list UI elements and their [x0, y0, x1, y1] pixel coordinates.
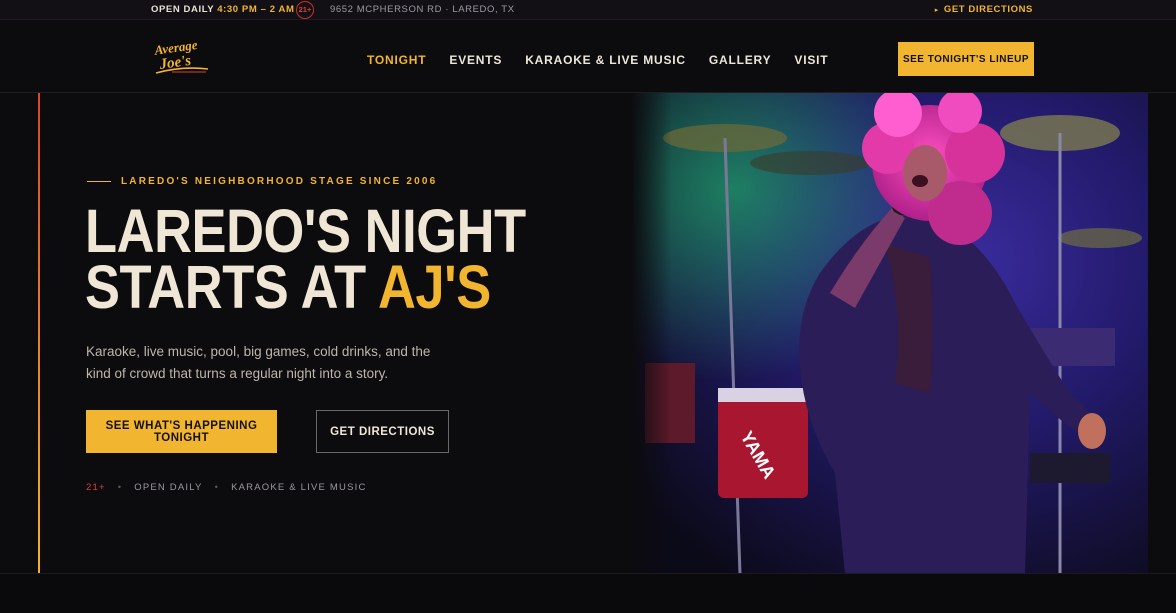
- main-nav: TONIGHT EVENTS KARAOKE & LIVE MUSIC GALL…: [367, 53, 828, 67]
- nav-karaoke-live-music[interactable]: KARAOKE & LIVE MUSIC: [525, 53, 686, 67]
- tag-open-daily: OPEN DAILY: [134, 482, 203, 493]
- hero-singer-photo: YAMA: [630, 93, 1148, 574]
- hero-headline: LAREDO'S NIGHT STARTS AT AJ'S: [85, 197, 526, 321]
- eyebrow-rule: [87, 181, 111, 182]
- triangle-right-icon: ▸: [934, 7, 939, 14]
- accent-divider: [38, 93, 40, 574]
- nav-tonight[interactable]: TONIGHT: [367, 53, 426, 67]
- site-header: Average Joe's TONIGHT EVENTS KARAOKE & L…: [0, 20, 1176, 93]
- headline-highlight: AJ'S: [377, 253, 491, 321]
- hero-eyebrow: LAREDO'S NEIGHBORHOOD STAGE SINCE 2006: [87, 176, 437, 187]
- whats-happening-button[interactable]: SEE WHAT'S HAPPENING TONIGHT: [86, 410, 277, 453]
- address-text: 9652 MCPHERSON RD · LAREDO, TX: [330, 4, 515, 15]
- hero-section: LAREDO'S NEIGHBORHOOD STAGE SINCE 2006 L…: [0, 93, 1176, 574]
- nav-visit[interactable]: VISIT: [794, 53, 828, 67]
- see-lineup-button[interactable]: SEE TONIGHT'S LINEUP: [898, 42, 1034, 76]
- hero-description: Karaoke, live music, pool, big games, co…: [86, 344, 431, 381]
- stage-image: YAMA: [630, 93, 1148, 574]
- svg-text:Joe's: Joe's: [158, 53, 193, 73]
- get-directions-button[interactable]: GET DIRECTIONS: [316, 410, 449, 453]
- nav-gallery[interactable]: GALLERY: [709, 53, 772, 67]
- hero-tags: 21+ • OPEN DAILY • KARAOKE & LIVE MUSIC: [86, 482, 367, 493]
- tag-age: 21+: [86, 482, 106, 493]
- age-21-badge: 21+: [296, 1, 314, 19]
- next-section-edge: [0, 573, 1176, 613]
- open-hours: OPEN DAILY 4:30 PM – 2 AM: [151, 4, 295, 15]
- nav-events[interactable]: EVENTS: [449, 53, 502, 67]
- tag-karaoke: KARAOKE & LIVE MUSIC: [231, 482, 367, 493]
- top-get-directions-link[interactable]: ▸ GET DIRECTIONS: [935, 4, 1033, 15]
- average-joes-logo[interactable]: Average Joe's: [152, 36, 212, 78]
- top-info-bar: OPEN DAILY 4:30 PM – 2 AM 21+ 9652 MCPHE…: [0, 0, 1176, 20]
